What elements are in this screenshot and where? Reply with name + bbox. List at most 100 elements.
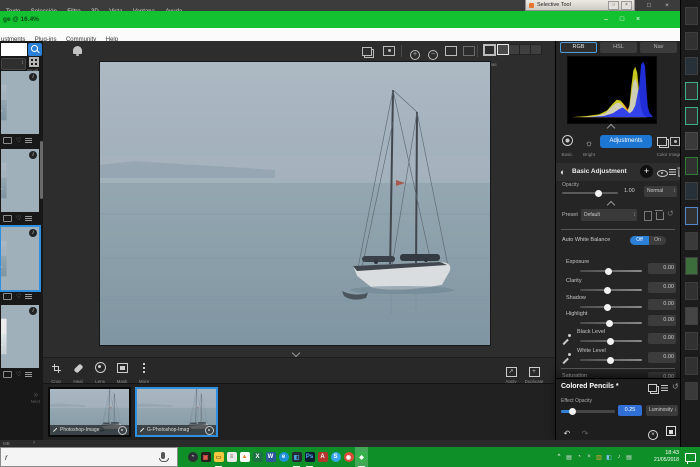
tab-rgb[interactable]: RGB [560, 42, 597, 53]
preset-thumbnail[interactable]: i ♡ [1, 149, 39, 225]
panel-strip-tile[interactable] [685, 82, 698, 100]
panel-strip-tile[interactable] [685, 232, 698, 250]
favorite-icon[interactable]: ♡ [16, 294, 21, 300]
view-side-by-side-button[interactable] [520, 45, 530, 54]
slider-track[interactable] [580, 322, 642, 324]
taskbar-app-notepad[interactable]: ≡ [225, 447, 238, 467]
info-icon[interactable]: i [29, 151, 37, 159]
panel-menu-icon[interactable] [669, 169, 676, 175]
taskbar-app-skype[interactable]: S [329, 447, 342, 467]
bright-tool-button[interactable]: ☼ Bright [580, 133, 598, 157]
preset-dropdown[interactable]: Default ↕ [581, 209, 637, 221]
collapse-histogram-chevron-icon[interactable] [607, 124, 615, 132]
plugin-maximize-button[interactable]: □ [614, 11, 630, 28]
slider-value[interactable]: 0.00 [648, 352, 676, 363]
panel-strip-tile[interactable] [685, 382, 698, 400]
slider-knob[interactable] [607, 357, 614, 364]
collapse-section-chevron-icon[interactable] [607, 201, 615, 209]
slider-track[interactable] [580, 270, 642, 272]
filmstrip-thumbnail[interactable]: Photoshop-Image [48, 387, 131, 437]
effect-opacity-value[interactable]: 0.25 [618, 405, 642, 416]
save-preset-icon[interactable] [644, 211, 652, 221]
search-button[interactable] [28, 43, 42, 56]
slider-knob[interactable] [604, 287, 611, 294]
taskbar-clock[interactable]: 18:43 21/05/2018 [643, 450, 679, 464]
swatch-icon[interactable] [648, 384, 657, 392]
panel-strip-tile[interactable] [685, 332, 698, 350]
panel-strip-tile[interactable] [685, 157, 698, 175]
reset-icon[interactable]: ↺ [672, 383, 679, 391]
options-icon[interactable] [25, 372, 32, 377]
tab-hsl[interactable]: HSL [600, 42, 637, 53]
slider-value[interactable]: 0.00 [648, 315, 676, 326]
collapse-chevron-icon[interactable] [292, 349, 300, 357]
crop-tool-button[interactable]: Crop [46, 360, 66, 384]
plugin-close-button[interactable]: × [630, 11, 646, 28]
slider-knob[interactable] [605, 268, 612, 275]
taskbar-app-file-explorer[interactable]: ▭ [212, 447, 225, 467]
awb-on-toggle[interactable]: On [649, 236, 666, 245]
slider-track[interactable] [580, 359, 642, 361]
delete-preset-icon[interactable] [656, 212, 664, 220]
info-icon[interactable]: i [29, 229, 37, 237]
preview-button[interactable]: Preview [357, 43, 377, 60]
photoshop-panel-strip[interactable] [680, 0, 700, 447]
selective-tool-window[interactable]: Selective Tool ○ × [525, 0, 635, 11]
panel-strip-tile[interactable] [685, 257, 698, 275]
taskbar-app-excel[interactable]: X [251, 447, 264, 467]
heal-tool-button[interactable]: Heal [68, 360, 88, 384]
tray-icon[interactable]: ▤ [624, 454, 634, 461]
panel-strip-tile[interactable] [685, 357, 698, 375]
compare-icon[interactable] [3, 293, 12, 300]
zoom-100-button[interactable]: 100% [441, 43, 461, 60]
adjustments-tab-button[interactable]: Adjustments [600, 135, 652, 148]
panel-strip-tile[interactable] [685, 7, 698, 25]
maximize-button[interactable]: □ [640, 0, 658, 11]
effect-blend-mode-dropdown[interactable]: Luminosity ↕ [646, 405, 678, 416]
tray-icon[interactable]: ◧ [604, 454, 614, 461]
panel-strip-tile[interactable] [685, 307, 698, 325]
taskbar-app-photoshop[interactable]: Ps [303, 447, 316, 467]
taskbar-app-code-editor[interactable]: ◧ [290, 447, 303, 467]
slider-track[interactable] [580, 340, 642, 342]
compare-icon[interactable] [3, 371, 12, 378]
thumbnail-grid-icon[interactable] [29, 57, 39, 67]
view-compare-button[interactable] [531, 45, 541, 54]
microphone-icon[interactable] [161, 452, 165, 459]
taskbar-app-cortana[interactable]: ◔ [186, 447, 199, 467]
mask-tool-button[interactable]: Mask [112, 360, 132, 384]
taskbar-app-vlc[interactable]: ▲ [238, 447, 251, 467]
blend-mode-dropdown[interactable]: Normal ↕ [644, 186, 677, 197]
more-tools-button[interactable]: More [134, 360, 154, 384]
tray-icon[interactable]: ▤ [564, 454, 574, 461]
preset-thumbnail[interactable]: i ♡ [1, 305, 39, 381]
sidebar-filter-dropdown[interactable]: ↕ [1, 58, 26, 70]
panel-strip-tile[interactable] [685, 32, 698, 50]
effect-opacity-slider[interactable] [561, 410, 615, 413]
panel-strip-tile[interactable] [685, 107, 698, 125]
notification-bell-icon[interactable] [73, 46, 82, 54]
slider-knob[interactable] [569, 408, 576, 415]
slider-value[interactable]: 0.00 [648, 282, 676, 293]
slider-value[interactable]: 0.00 [648, 263, 676, 274]
compare-icon[interactable] [3, 215, 12, 222]
taskbar-app-word[interactable]: W [264, 447, 277, 467]
panel-menu-icon[interactable] [661, 385, 668, 391]
minimize-button[interactable]: – [622, 0, 640, 11]
black-eyedropper-icon[interactable] [562, 334, 571, 343]
favorite-icon[interactable]: ♡ [16, 138, 21, 144]
apply-button[interactable]: ↗Apply [501, 360, 521, 384]
add-adjustment-button[interactable]: + [640, 165, 653, 178]
taskbar-app-active-plugin[interactable]: ◆ [355, 447, 368, 467]
taskbar-app-chrome[interactable]: ◉ [342, 447, 355, 467]
slider-value[interactable]: 0.00 [648, 299, 676, 310]
search-input[interactable] [1, 43, 27, 56]
slider-track[interactable] [580, 306, 642, 308]
selective-tool-minimize-button[interactable]: ○ [608, 1, 619, 10]
favorite-icon[interactable]: ♡ [16, 216, 21, 222]
slider-value[interactable]: 0.00 [648, 333, 676, 344]
duplicate-button[interactable]: +Duplicate [524, 360, 544, 384]
view-single-button[interactable] [498, 45, 508, 54]
filmstrip-thumbnail-selected[interactable]: G-Photoshop-Imag [135, 387, 218, 437]
photo-canvas[interactable] [100, 62, 490, 345]
